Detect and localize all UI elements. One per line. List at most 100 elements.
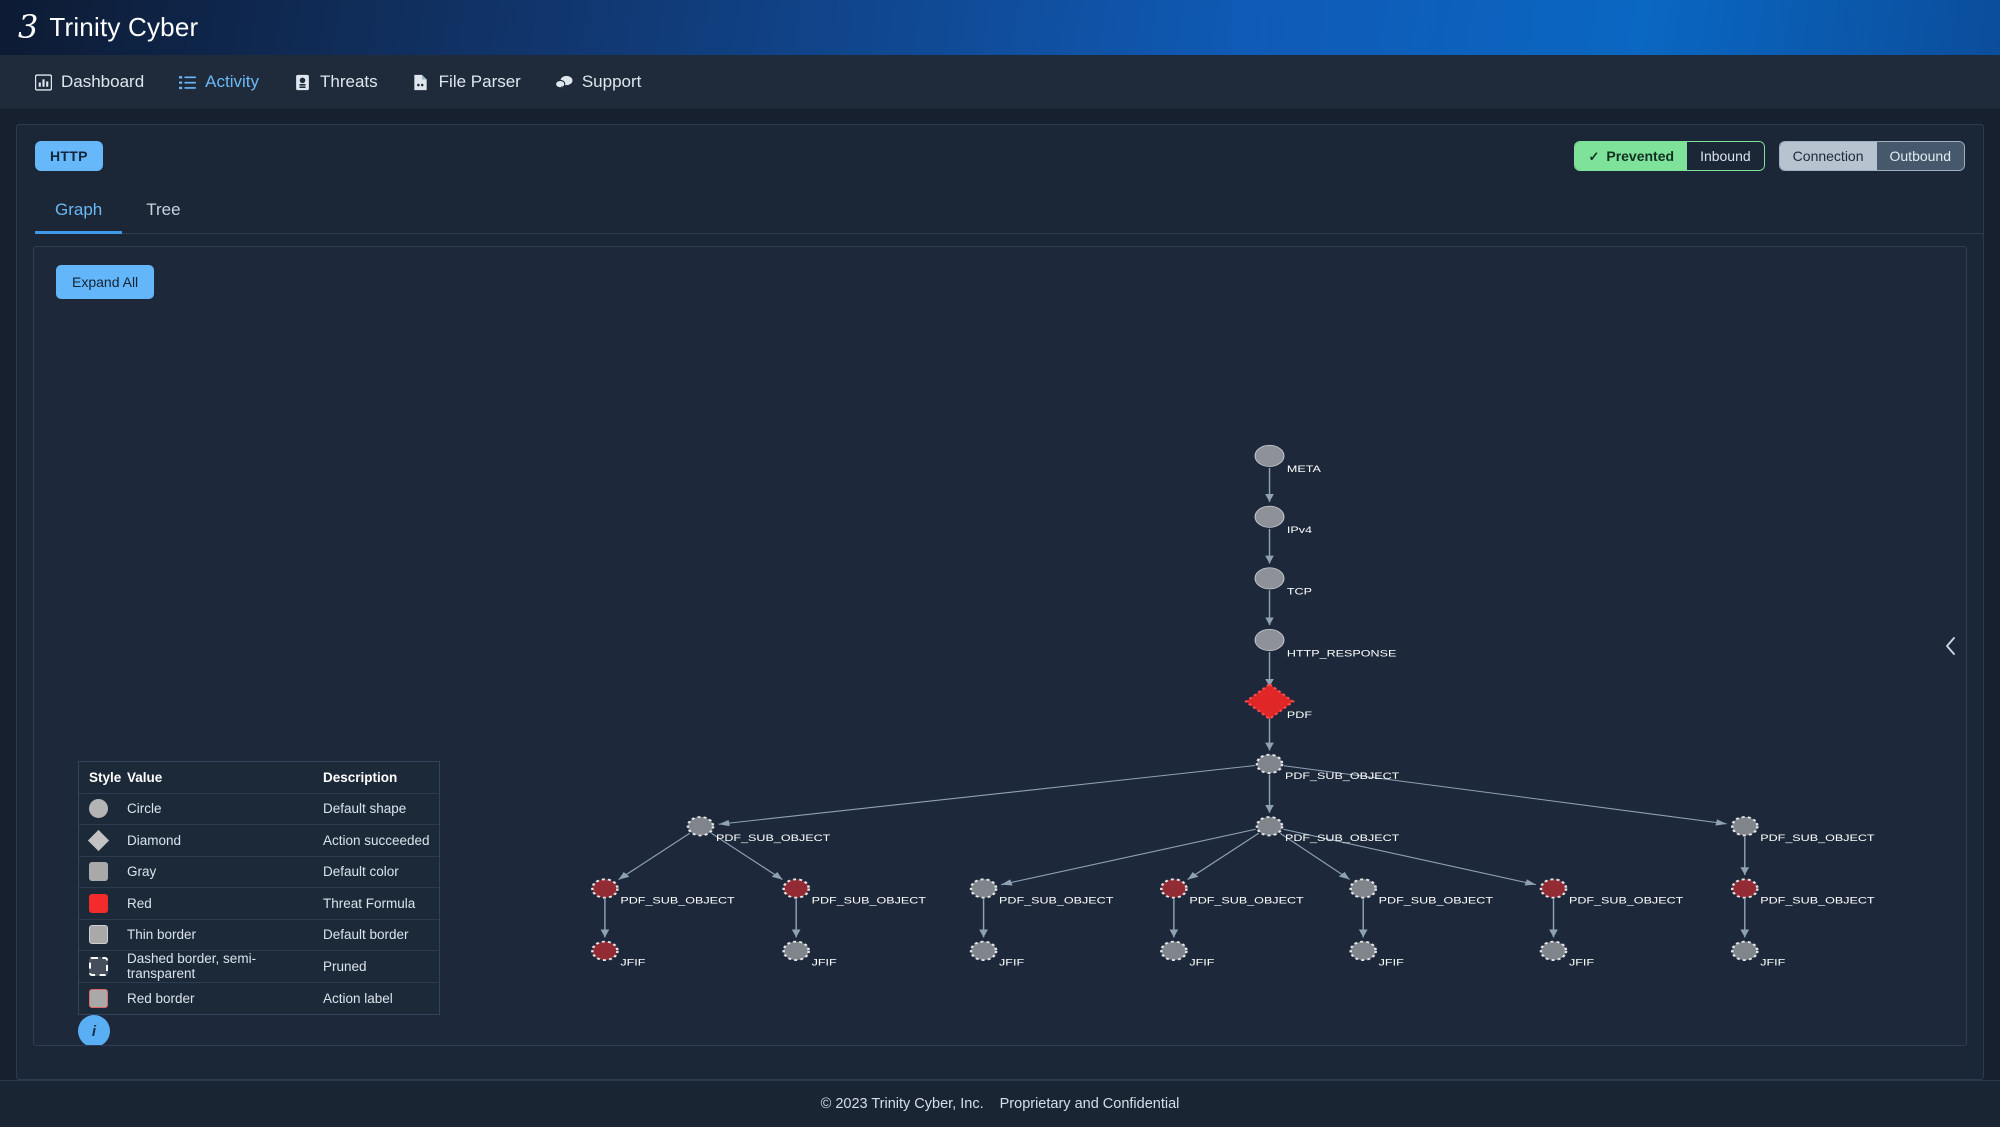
tab-tree[interactable]: Tree [126,191,200,234]
graph-node-pdf-sub-object[interactable]: PDF_SUB_OBJECT [1539,878,1684,906]
node-circle-shape[interactable] [1730,816,1759,837]
graph-node-pdf-sub-object[interactable]: PDF_SUB_OBJECT [1730,878,1875,906]
legend-description: Default color [323,864,399,880]
graph-edges [600,467,1750,938]
graph-node-label: PDF_SUB_OBJECT [1569,896,1684,906]
graph-node-label: PDF_SUB_OBJECT [999,896,1114,906]
legend-swatch-red-icon [89,893,108,913]
legend-value: Red [127,895,152,911]
status-toggle-prevented[interactable]: ✓ Prevented [1575,142,1688,170]
status-toggle[interactable]: ✓ Prevented Inbound [1574,141,1765,171]
activity-card: HTTP ✓ Prevented Inbound Connection Outb… [16,124,1984,1080]
graph-node-pdf-sub-object[interactable]: PDF_SUB_OBJECT [1349,878,1494,906]
brand-title: Trinity Cyber [49,12,199,42]
node-circle-shape[interactable] [1254,567,1285,590]
graph-node-jfif[interactable]: JFIF [782,940,837,969]
graph-node-label: PDF_SUB_OBJECT [1189,896,1304,906]
direction-toggle-outbound[interactable]: Outbound [1876,142,1964,170]
graph-node-pdf-sub-object[interactable]: PDF_SUB_OBJECT [1255,816,1400,844]
node-circle-shape[interactable] [1730,878,1759,899]
graph-node-label: PDF_SUB_OBJECT [620,896,735,906]
node-circle-shape[interactable] [1349,878,1378,899]
nav-item-support[interactable]: Support [554,72,642,92]
legend-swatch-cell [79,862,127,882]
graph-node-jfif[interactable]: JFIF [1160,940,1215,969]
graph-node-pdf-sub-object[interactable]: PDF_SUB_OBJECT [1160,878,1304,906]
footer-copyright: © 2023 Trinity Cyber, Inc. [820,1096,984,1112]
graph-node-label: JFIF [1189,958,1214,968]
legend-info-button[interactable]: i [78,1015,110,1045]
card-header: HTTP ✓ Prevented Inbound Connection Outb… [17,125,1983,171]
legend-swatch-cell [79,925,127,945]
direction-toggle[interactable]: Connection Outbound [1778,141,1965,171]
graph-node-pdf[interactable]: PDF [1244,683,1312,720]
legend-swatch-dashed-icon [89,956,108,976]
node-circle-shape[interactable] [1730,940,1759,961]
graph-node-meta[interactable]: META [1254,444,1322,475]
legend-header-description: Description [323,769,398,785]
node-circle-shape[interactable] [1160,940,1188,961]
nav-label: Support [581,72,642,91]
nav-label: File Parser [438,72,521,91]
node-circle-shape[interactable] [1255,753,1284,775]
nav-item-threats[interactable]: Threats [293,72,378,92]
legend-row: Diamond Action succeeded [79,825,439,857]
graph-node-tcp[interactable]: TCP [1254,567,1312,597]
node-circle-shape[interactable] [969,940,998,961]
graph-node-jfif[interactable]: JFIF [1730,940,1786,969]
node-circle-shape[interactable] [1539,878,1568,899]
node-circle-shape[interactable] [969,878,998,899]
legend-row: Thin border Default border [79,920,439,951]
graph-node-http-response[interactable]: HTTP_RESPONSE [1254,629,1396,659]
graph-node-jfif[interactable]: JFIF [969,940,1024,969]
graph-edge [718,764,1256,827]
graph-node-pdf-sub-object[interactable]: PDF_SUB_OBJECT [782,878,927,906]
graph-node-jfif[interactable]: JFIF [591,940,646,969]
legend-header-style: Style [89,769,122,785]
node-circle-shape[interactable] [782,878,810,899]
graph-node-ipv4[interactable]: IPv4 [1254,505,1312,536]
graph-node-pdf-sub-object[interactable]: PDF_SUB_OBJECT [1730,816,1875,844]
protocol-chip-http[interactable]: HTTP [35,141,103,171]
node-circle-shape[interactable] [1254,444,1285,467]
node-circle-shape[interactable] [686,816,715,837]
node-circle-shape[interactable] [1539,940,1568,961]
legend-swatch-thin-icon [89,925,108,945]
legend-header-row: Style Value Description [79,762,439,794]
graph-node-pdf-sub-object[interactable]: PDF_SUB_OBJECT [686,816,831,844]
legend-description: Action succeeded [323,832,430,848]
graph-node-pdf-sub-object[interactable]: PDF_SUB_OBJECT [1255,753,1400,782]
legend-header-value: Value [127,769,163,785]
graph-container: Expand All META IPv4 TCP HTTP_RESPONSE PDF PD… [17,234,1983,1060]
check-icon: ✓ [1588,148,1600,164]
status-toggle-inbound[interactable]: Inbound [1687,142,1764,170]
nav-item-dashboard[interactable]: Dashboard [34,72,144,92]
node-circle-shape[interactable] [591,878,619,899]
node-circle-shape[interactable] [591,940,619,961]
graph-node-pdf-sub-object[interactable]: PDF_SUB_OBJECT [591,878,735,906]
list-icon [178,73,196,91]
node-circle-shape[interactable] [1160,878,1188,899]
node-circle-shape[interactable] [1254,505,1285,528]
nav-item-activity[interactable]: Activity [178,72,259,92]
legend-description: Default border [323,927,409,943]
direction-toggle-connection[interactable]: Connection [1779,142,1877,170]
graph-node-label: PDF_SUB_OBJECT [1760,896,1875,906]
node-circle-shape[interactable] [1255,816,1284,837]
node-circle-shape[interactable] [1254,629,1285,651]
graph-node-label: JFIF [999,958,1024,968]
bar-chart-icon [34,73,52,91]
node-circle-shape[interactable] [782,940,810,961]
graph-node-pdf-sub-object[interactable]: PDF_SUB_OBJECT [969,878,1114,906]
legend-row: Red Threat Formula [79,888,439,920]
graph-node-jfif[interactable]: JFIF [1349,940,1404,969]
graph-node-label: PDF_SUB_OBJECT [1285,834,1400,844]
nav-item-file-parser[interactable]: File Parser [412,72,521,92]
graph-node-label: JFIF [620,958,645,968]
graph-node-jfif[interactable]: JFIF [1539,940,1594,969]
graph-nodes[interactable]: META IPv4 TCP HTTP_RESPONSE PDF PDF_SUB_OBJEC… [591,444,1875,969]
node-circle-shape[interactable] [1349,940,1378,961]
graph-panel[interactable]: Expand All META IPv4 TCP HTTP_RESPONSE PDF PD… [33,246,1967,1046]
legend-description: Pruned [323,958,367,974]
tab-graph[interactable]: Graph [35,191,123,234]
